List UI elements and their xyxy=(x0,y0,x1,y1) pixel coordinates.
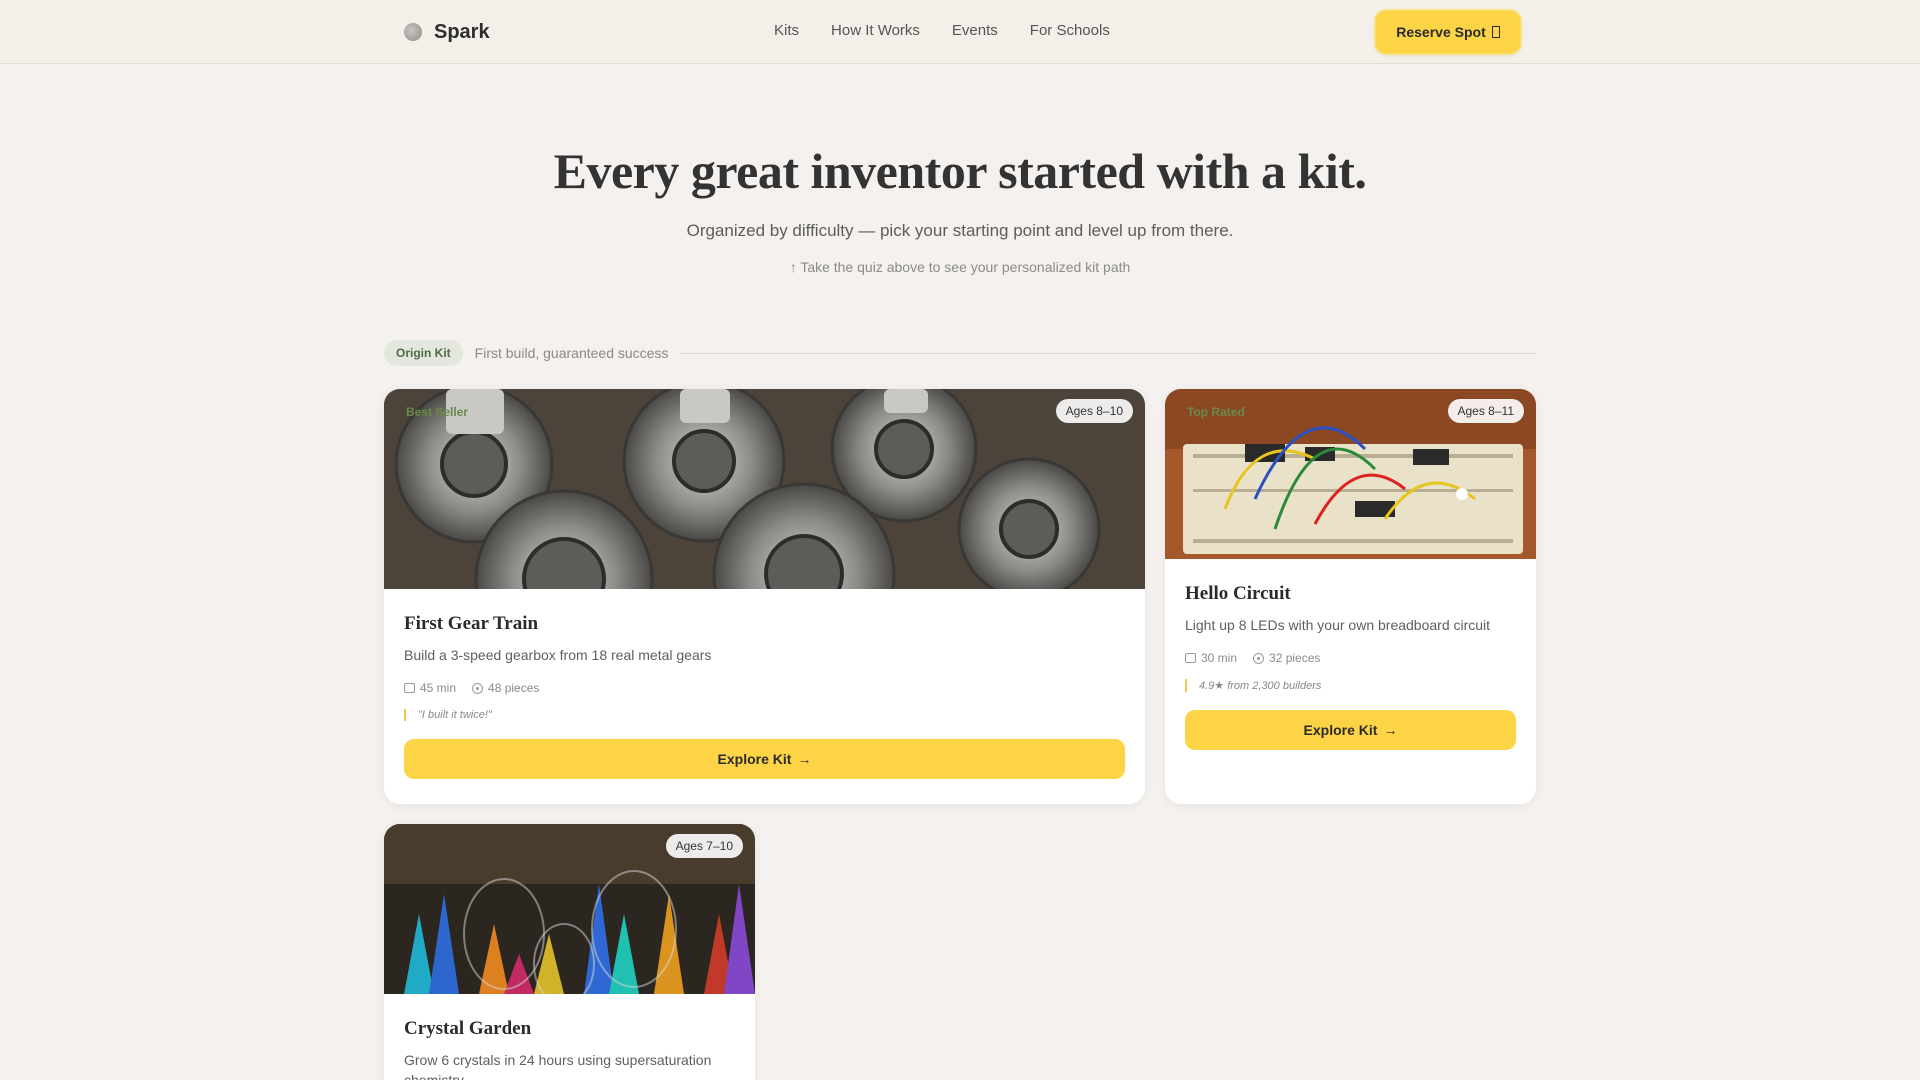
calendar-icon xyxy=(1185,653,1196,664)
hero-subtitle: Organized by difficulty — pick your star… xyxy=(686,221,1234,240)
tier-pill: Origin Kit xyxy=(384,340,463,366)
breadboard-photo: Top Rated Ages 8–11 xyxy=(1165,389,1536,559)
spark-logo-icon xyxy=(404,23,422,41)
hero-title: Every great inventor started with a kit. xyxy=(553,143,1367,199)
kit-card-first-gear-train[interactable]: Best Seller Ages 8–10 First Gear Train B… xyxy=(384,389,1145,804)
calendar-icon xyxy=(404,683,415,694)
kit-time: 30 min xyxy=(1201,651,1238,666)
kit-description: Light up 8 LEDs with your own breadboard… xyxy=(1185,617,1491,633)
reserve-spot-label: Reserve Spot xyxy=(1396,24,1486,40)
gears-photo: Best Seller Ages 8–10 xyxy=(384,389,1145,589)
tier-header: Origin Kit First build, guaranteed succe… xyxy=(384,340,1536,366)
explore-kit-label: Explore Kit xyxy=(1303,722,1378,739)
reserve-spot-button[interactable]: Reserve Spot xyxy=(1376,11,1520,53)
nav-link-kits[interactable]: Kits xyxy=(774,22,799,39)
kit-time: 45 min xyxy=(420,681,457,696)
kit-card-hello-circuit[interactable]: Top Rated Ages 8–11 Hello Circuit Light … xyxy=(1165,389,1536,804)
age-badge: Ages 7–10 xyxy=(665,834,743,858)
explore-kit-button[interactable]: Explore Kit → xyxy=(404,739,1125,780)
age-badge: Ages 8–10 xyxy=(1055,399,1133,423)
brand[interactable]: Spark xyxy=(404,20,490,44)
explore-kit-label: Explore Kit xyxy=(717,751,792,768)
nav-links: Kits How It Works Events For Schools xyxy=(774,22,1110,39)
kit-pieces: 32 pieces xyxy=(1269,651,1321,666)
explore-kit-button[interactable]: Explore Kit → xyxy=(1185,710,1516,751)
kit-testimonial: "I built it twice!" xyxy=(404,709,1125,722)
kit-meta: 30 min 32 pieces xyxy=(1185,651,1516,665)
kit-card-crystal-garden[interactable]: Ages 7–10 Crystal Garden Grow 6 crystals… xyxy=(384,824,755,1080)
best-seller-badge: Best Seller xyxy=(406,405,469,419)
tier-description: First build, guaranteed success xyxy=(474,345,669,361)
kit-rating: 4.9★ from 2,300 builders xyxy=(1185,679,1516,693)
pieces-icon xyxy=(1253,652,1265,664)
kit-description: Build a 3-speed gearbox from 18 real met… xyxy=(404,647,712,663)
kit-title: Hello Circuit xyxy=(1185,583,1291,604)
kit-pieces: 48 pieces xyxy=(488,681,540,696)
age-badge: Ages 8–11 xyxy=(1447,399,1524,423)
missing-glyph-icon xyxy=(1491,26,1500,38)
brand-name: Spark xyxy=(434,20,490,43)
nav-link-for-schools[interactable]: For Schools xyxy=(1030,22,1110,39)
top-nav: Spark Kits How It Works Events For Schoo… xyxy=(0,0,1920,64)
crystals-photo: Ages 7–10 xyxy=(384,824,755,994)
arrow-right-icon: → xyxy=(1383,722,1398,739)
nav-link-how-it-works[interactable]: How It Works xyxy=(831,22,920,39)
kit-meta: 45 min 48 pieces xyxy=(404,681,1125,695)
nav-link-events[interactable]: Events xyxy=(952,22,998,39)
top-rated-badge: Top Rated xyxy=(1187,405,1245,419)
kit-description: Grow 6 crystals in 24 hours using supers… xyxy=(404,1052,712,1080)
kit-title: First Gear Train xyxy=(404,613,539,634)
arrow-right-icon: → xyxy=(797,751,812,768)
quiz-hint: ↑ Take the quiz above to see your person… xyxy=(789,259,1131,275)
pieces-icon xyxy=(472,682,484,694)
divider xyxy=(680,352,1536,354)
kit-title: Crystal Garden xyxy=(404,1018,532,1039)
